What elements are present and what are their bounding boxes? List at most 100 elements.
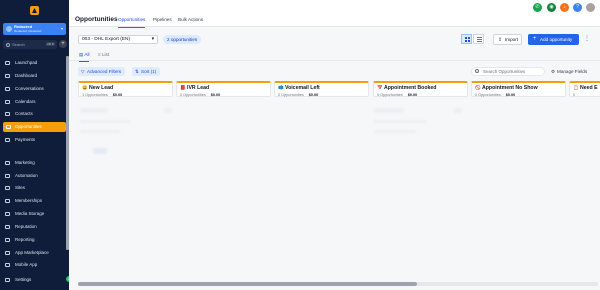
add-opportunity-button[interactable]: + Add opportunity bbox=[528, 34, 579, 45]
sidebar-search-placeholder: Search bbox=[12, 42, 25, 47]
stage-meta: 0 Opportunities$0.00 bbox=[573, 93, 600, 97]
board-horizontal-scrollbar[interactable] bbox=[78, 282, 598, 286]
main-content: Opportunities Opportunities Pipelines Bu… bbox=[69, 0, 600, 290]
sidebar-item-reporting[interactable]: Reporting bbox=[0, 235, 66, 245]
globe-icon bbox=[5, 186, 10, 190]
sidebar-item-label: Conversations bbox=[15, 86, 44, 91]
megaphone-icon: ♪ bbox=[563, 4, 566, 10]
sidebar-item-payments[interactable]: Payments bbox=[0, 135, 66, 145]
chevron-down-icon: ▾ bbox=[151, 37, 154, 42]
sidebar-item-mobile-app[interactable]: Mobile App bbox=[0, 260, 66, 270]
user-avatar[interactable] bbox=[586, 3, 595, 12]
list-icon bbox=[477, 37, 482, 42]
stage-column[interactable]: 📫 Voicemail Left 0 Opportunities $0.00 bbox=[274, 81, 369, 97]
sidebar-item-automation[interactable]: Automation bbox=[0, 171, 66, 181]
media-icon bbox=[5, 212, 10, 216]
subtab-list[interactable]: ≡ List bbox=[98, 52, 109, 57]
stage-amount: $0.00 bbox=[308, 93, 319, 97]
grid-icon bbox=[465, 37, 470, 42]
loading-placeholder bbox=[374, 108, 404, 113]
app-root: Redacted Redacted, Redacted ▾ Search ctr… bbox=[0, 0, 600, 290]
automation-icon bbox=[5, 174, 10, 178]
grid-view-button[interactable] bbox=[461, 34, 472, 44]
chat-icon bbox=[5, 87, 10, 91]
sidebar-item-sites[interactable]: Sites bbox=[0, 183, 66, 193]
sidebar-item-contacts[interactable]: Contacts bbox=[0, 109, 66, 119]
sidebar: Redacted Redacted, Redacted ▾ Search ctr… bbox=[0, 0, 72, 290]
sort-button[interactable]: ⇅ Sort (1) bbox=[132, 67, 161, 76]
sidebar-item-label: Reputation bbox=[15, 224, 37, 229]
sidebar-item-label: Memberships bbox=[15, 198, 43, 203]
stage-name-label: Appointment Booked bbox=[384, 85, 437, 91]
sidebar-item-settings[interactable]: Settings bbox=[0, 275, 66, 285]
stage-column[interactable]: 📅 Appointment Booked 0 Opportunities $0.00 bbox=[373, 81, 468, 97]
dashboard-icon bbox=[5, 74, 10, 78]
sort-label: Sort (1) bbox=[141, 69, 157, 74]
stage-count: 0 Opportunities bbox=[573, 93, 576, 97]
sidebar-item-conversations[interactable]: Conversations bbox=[0, 84, 66, 94]
sidebar-item-app-marketplace[interactable]: App Marketplace bbox=[0, 248, 66, 258]
sidebar-item-label: Settings bbox=[15, 277, 32, 282]
sidebar-item-label: Mobile App bbox=[15, 262, 38, 267]
opportunity-count-badge: 2 opportunities bbox=[163, 35, 202, 44]
notification-app-button[interactable]: ◉ bbox=[547, 3, 556, 12]
import-button[interactable]: ⇪ Import bbox=[493, 34, 522, 45]
sidebar-search[interactable]: Search ctrl K bbox=[3, 40, 57, 49]
account-switcher[interactable]: Redacted Redacted, Redacted ▾ bbox=[3, 23, 66, 35]
help-button[interactable]: ? bbox=[573, 3, 582, 12]
sidebar-item-media-storage[interactable]: Media Storage bbox=[0, 209, 66, 219]
quick-add-button[interactable]: + bbox=[59, 40, 67, 48]
stage-emoji-icon: 😀 bbox=[82, 85, 88, 90]
phone-button[interactable]: ✆ bbox=[533, 3, 542, 12]
divider bbox=[69, 60, 600, 61]
help-icon: ? bbox=[576, 4, 579, 10]
search-shortcut: ctrl K bbox=[46, 42, 55, 46]
search-icon bbox=[6, 43, 10, 47]
stage-name-label: IVR Lead bbox=[187, 85, 210, 91]
sidebar-item-label: Sites bbox=[15, 185, 26, 190]
stage-column[interactable]: 😀 New Lead 1 Opportunities $0.00 bbox=[78, 81, 173, 97]
opportunities-icon bbox=[6, 125, 11, 129]
stage-emoji-icon: 📅 bbox=[377, 85, 383, 90]
pipeline-select[interactable]: 003 - DHL Export (EN) ▾ bbox=[78, 35, 158, 44]
stage-amount: $0.00 bbox=[112, 93, 123, 97]
stage-count: 0 Opportunities bbox=[377, 93, 403, 97]
stage-column[interactable]: 🚫 Appointment No Show 0 Opportunities $0.00 bbox=[471, 81, 566, 97]
subtab-all-label: All bbox=[84, 52, 90, 57]
sidebar-item-dashboard[interactable]: Dashboard bbox=[0, 71, 66, 81]
sidebar-item-reputation[interactable]: Reputation bbox=[0, 222, 66, 232]
sidebar-item-memberships[interactable]: Memberships bbox=[0, 196, 66, 206]
sidebar-item-calendars[interactable]: Calendars bbox=[0, 97, 66, 107]
marketplace-icon bbox=[5, 251, 10, 255]
stage-name: 📕 IVR Lead bbox=[180, 85, 267, 91]
contacts-icon bbox=[5, 112, 10, 116]
announcements-button[interactable]: ♪ bbox=[560, 3, 569, 12]
stage-amount: $0.00 bbox=[210, 93, 221, 97]
tab-pipelines[interactable]: Pipelines bbox=[153, 17, 172, 22]
manage-fields-button[interactable]: ⚙ Manage Fields bbox=[551, 69, 587, 74]
loading-placeholder bbox=[93, 148, 107, 154]
stage-name: 📫 Voicemail Left bbox=[278, 85, 365, 91]
tab-bulk-actions[interactable]: Bulk Actions bbox=[178, 17, 203, 22]
stage-amount: $0.00 bbox=[407, 93, 418, 97]
stage-count: 0 Opportunities bbox=[475, 93, 501, 97]
scrollbar-thumb[interactable] bbox=[78, 282, 417, 286]
advanced-filters-button[interactable]: ▽ Advanced Filters bbox=[78, 67, 126, 76]
stage-emoji-icon: 📋 bbox=[573, 85, 579, 90]
stage-column[interactable]: 📕 IVR Lead 0 Opportunities $0.00 bbox=[176, 81, 271, 97]
opportunity-search-input[interactable]: Search Opportunities bbox=[471, 67, 545, 76]
star-icon bbox=[5, 225, 10, 229]
sidebar-item-marketing[interactable]: Marketing bbox=[0, 158, 66, 168]
chart-icon bbox=[5, 238, 10, 242]
chevron-down-icon: ▾ bbox=[60, 26, 63, 31]
sidebar-item-launchpad[interactable]: Launchpad bbox=[0, 58, 66, 68]
tab-opportunities[interactable]: Opportunities bbox=[118, 17, 146, 28]
gear-icon: ⚙ bbox=[551, 69, 556, 74]
more-options-icon[interactable]: ⋮ bbox=[584, 35, 590, 42]
import-icon: ⇪ bbox=[498, 37, 503, 43]
stage-column[interactable]: 📋Need E 0 Opportunities$0.00 bbox=[569, 81, 600, 97]
loading-placeholder bbox=[80, 108, 108, 113]
top-bar: Opportunities Opportunities Pipelines Bu… bbox=[69, 0, 600, 28]
list-view-button[interactable] bbox=[473, 34, 484, 44]
sidebar-item-opportunities[interactable]: Opportunities bbox=[3, 122, 66, 132]
